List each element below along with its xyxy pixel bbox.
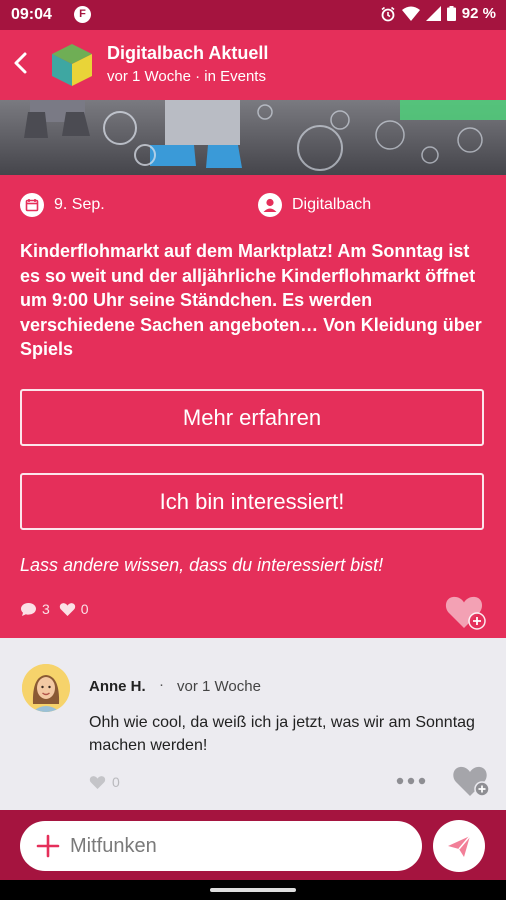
heart-icon: [89, 775, 106, 789]
avatar-image: [22, 664, 70, 712]
comment-text: Ohh wie cool, da weiß ich ja jetzt, was …: [89, 714, 475, 754]
post-date: 9. Sep.: [20, 193, 105, 217]
comment-separator: ·: [159, 676, 164, 693]
wifi-icon: [401, 6, 420, 21]
back-arrow-icon[interactable]: [8, 47, 34, 79]
calendar-icon: [20, 193, 44, 217]
signal-icon: [425, 6, 441, 21]
more-icon[interactable]: [395, 771, 427, 791]
comment-item: Anne H. · vor 1 Woche Ohh wie cool, da w…: [0, 638, 506, 810]
post-date-text: 9. Sep.: [54, 196, 105, 213]
like-count: 0: [80, 601, 89, 617]
channel-title: Digitalbach Aktuell: [107, 43, 269, 63]
alarm-icon: [381, 6, 395, 21]
home-gesture-bar[interactable]: [210, 888, 296, 892]
system-nav-bar: [0, 880, 506, 900]
event-photo: [0, 100, 506, 175]
post-author[interactable]: Digitalbach: [258, 193, 371, 217]
status-icons: 92 %: [380, 5, 496, 22]
battery-percent: 92 %: [461, 5, 496, 22]
comment-author[interactable]: Anne H.: [89, 678, 146, 695]
composer-bar: Mitfunken: [0, 810, 506, 880]
post-text: Kinderflohmarkt auf dem Marktplatz! Am S…: [20, 241, 482, 359]
post-meta: vor 1 Woche · in Events: [107, 68, 266, 85]
post-author-name: Digitalbach: [292, 196, 372, 213]
avatar[interactable]: [22, 664, 70, 712]
app-header: Digitalbach Aktuell vor 1 Woche · in Eve…: [0, 30, 506, 100]
send-button[interactable]: [433, 820, 485, 872]
interested-button[interactable]: Ich bin interessiert!: [20, 473, 484, 530]
heart-plus-icon[interactable]: [444, 593, 488, 631]
user-icon: [258, 193, 282, 217]
event-image: [0, 100, 506, 175]
comment-placeholder: Mitfunken: [70, 835, 157, 857]
status-bar: 09:04 F 92 %: [0, 0, 506, 30]
comment-time: vor 1 Woche: [177, 678, 261, 695]
channel-logo: [52, 44, 92, 86]
post-card: 9. Sep. Digitalbach Kinderflohmarkt auf …: [0, 175, 506, 638]
status-time: 09:04: [11, 6, 52, 23]
comment-likes: 0: [89, 774, 120, 790]
interest-hint: Lass andere wissen, dass du interessiert…: [20, 555, 384, 575]
comment-icon: [21, 602, 36, 616]
plus-icon[interactable]: [36, 834, 60, 858]
comment-like-count: 0: [112, 774, 120, 790]
app-notification-icon: F: [74, 6, 91, 23]
more-info-button[interactable]: Mehr erfahren: [20, 389, 484, 446]
post-stats: 3 0: [20, 601, 89, 617]
heart-icon: [59, 602, 75, 616]
heart-plus-icon[interactable]: [452, 763, 492, 799]
battery-icon: [446, 6, 456, 21]
comment-input[interactable]: Mitfunken: [20, 821, 422, 871]
send-icon: [448, 835, 471, 857]
comment-count: 3: [42, 601, 50, 617]
